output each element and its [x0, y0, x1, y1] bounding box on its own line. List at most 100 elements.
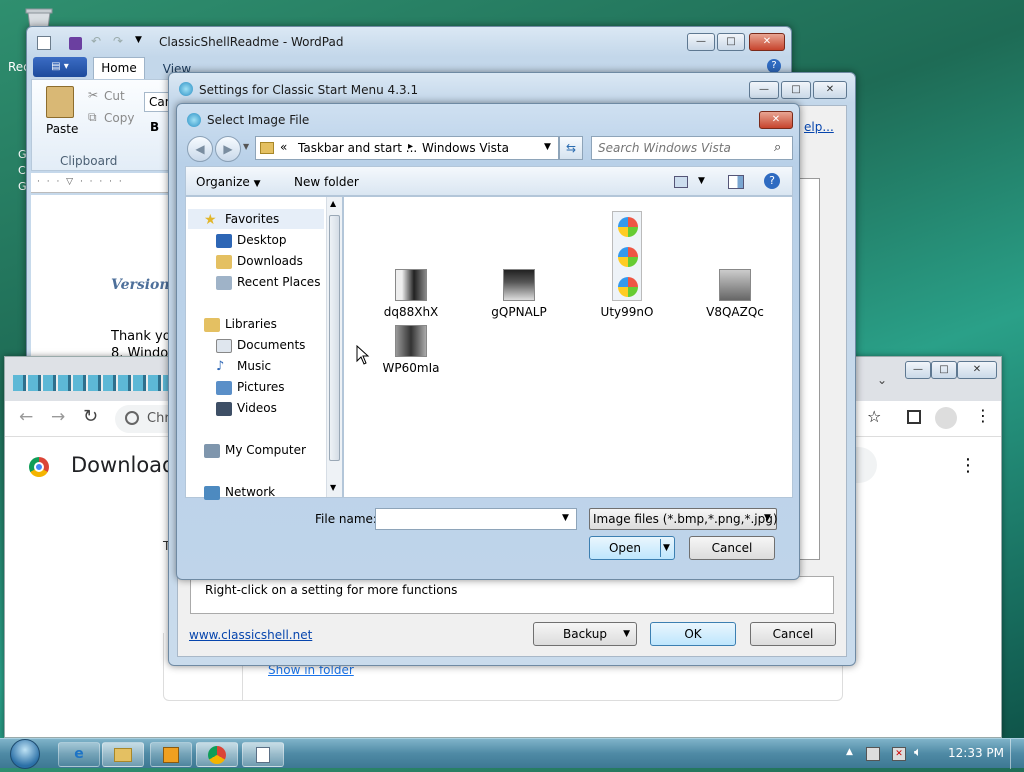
refresh-button[interactable]: ⇆	[559, 136, 583, 160]
select-image-dialog[interactable]: Select Image File ✕ ◀ ▶ ▼ « Taskbar and …	[176, 103, 800, 580]
wordpad-menu-button[interactable]: ▤ ▾	[33, 57, 87, 77]
breadcrumb-taskbar[interactable]: Taskbar and start ...	[298, 141, 417, 155]
nav-music[interactable]: ♪ Music	[216, 356, 271, 376]
help-icon[interactable]: ?	[764, 173, 780, 189]
settings-cancel-button[interactable]: Cancel	[750, 622, 836, 646]
help-link[interactable]: elp...	[804, 120, 834, 134]
profile-icon[interactable]	[935, 407, 957, 429]
scroll-thumb[interactable]	[329, 215, 340, 461]
nav-videos[interactable]: Videos	[216, 398, 277, 418]
nav-favorites[interactable]: ★ Favorites	[204, 209, 279, 229]
preview-pane-icon[interactable]	[728, 175, 744, 189]
paste-icon[interactable]	[46, 86, 74, 118]
file-item[interactable]: Uty99nO	[582, 211, 672, 319]
dialog-cancel-button[interactable]: Cancel	[689, 536, 775, 560]
network-status-icon[interactable]: ✕	[892, 747, 906, 761]
ok-button[interactable]: OK	[650, 622, 736, 646]
reload-icon[interactable]: ↻	[83, 406, 98, 427]
breadcrumb-separator-icon[interactable]: ▸	[408, 141, 413, 152]
new-folder-button[interactable]: New folder	[294, 175, 359, 189]
start-button[interactable]	[4, 739, 46, 769]
navigation-pane[interactable]: ★ Favorites Desktop Downloads Recent Plac…	[185, 196, 343, 500]
cut-label[interactable]: Cut	[104, 89, 125, 103]
taskbar-explorer-icon[interactable]	[102, 742, 144, 767]
back-icon[interactable]: ←	[19, 407, 33, 427]
address-breadcrumb[interactable]: « Taskbar and start ... ▸ Windows Vista …	[255, 136, 559, 160]
menu-kebab-icon[interactable]: ⋮	[975, 406, 991, 425]
backup-dropdown-icon[interactable]: ▼	[623, 623, 630, 645]
taskbar-chrome-icon[interactable]	[196, 742, 238, 767]
search-input[interactable]	[596, 139, 764, 157]
breadcrumb-windows-vista[interactable]: Windows Vista	[422, 141, 509, 155]
redo-icon[interactable]: ↷	[113, 34, 123, 48]
breadcrumb-dropdown-icon[interactable]: ▼	[544, 142, 551, 152]
nav-downloads[interactable]: Downloads	[216, 251, 303, 271]
nav-recent-places[interactable]: Recent Places	[216, 272, 320, 292]
paste-label[interactable]: Paste	[46, 122, 78, 136]
file-item[interactable]: V8QAZQc	[690, 269, 780, 319]
chrome-maximize-button[interactable]: □	[931, 361, 957, 379]
organize-button[interactable]: Organize ▼	[196, 175, 261, 189]
nav-desktop[interactable]: Desktop	[216, 230, 287, 250]
file-type-select[interactable]: Image files (*.bmp,*.png,*.jpg) ▼	[589, 508, 778, 530]
dialog-close-button[interactable]: ✕	[759, 111, 793, 129]
show-desktop-button[interactable]	[1010, 739, 1024, 769]
nav-my-computer[interactable]: My Computer	[204, 440, 306, 460]
taskbar-ie-icon[interactable]: e	[58, 742, 100, 767]
wordpad-titlebar[interactable]: ↶ ↷ ▼ ClassicShellReadme - WordPad — □ ✕	[27, 27, 791, 57]
file-type-dropdown-icon[interactable]: ▼	[764, 513, 771, 523]
settings-titlebar[interactable]: Settings for Classic Start Menu 4.3.1 — …	[169, 73, 855, 103]
website-link[interactable]: www.classicshell.net	[189, 628, 312, 642]
copy-icon[interactable]: ⧉	[88, 110, 97, 125]
side-panel-icon[interactable]	[907, 410, 921, 424]
file-item[interactable]: WP60mIa	[366, 325, 456, 375]
open-button[interactable]: Open ▼	[589, 536, 675, 560]
file-name-dropdown-icon[interactable]: ▼	[562, 513, 569, 523]
file-item[interactable]: dq88XhX	[366, 269, 456, 319]
copy-label[interactable]: Copy	[104, 111, 134, 125]
settings-close-button[interactable]: ✕	[813, 81, 847, 99]
tab-favicons[interactable]	[13, 375, 179, 391]
dialog-titlebar[interactable]: Select Image File ✕	[177, 104, 799, 134]
recent-pages-chevron-icon[interactable]: ▼	[243, 142, 249, 151]
backup-button[interactable]: Backup ▼	[533, 622, 637, 646]
nav-pictures[interactable]: Pictures	[216, 377, 285, 397]
nav-scrollbar[interactable]: ▲ ▼	[326, 197, 342, 497]
file-name-combobox[interactable]: ▼	[375, 508, 577, 530]
volume-icon[interactable]: 🔈︎	[914, 745, 922, 760]
minimize-button[interactable]: —	[687, 33, 715, 51]
tab-home[interactable]: Home	[93, 57, 145, 79]
downloads-menu-icon[interactable]: ⋮	[959, 455, 977, 476]
action-center-icon[interactable]	[866, 747, 880, 761]
save-icon[interactable]	[69, 37, 82, 50]
chrome-close-button[interactable]: ✕	[957, 361, 997, 379]
show-hidden-icons-icon[interactable]: ▲	[846, 747, 853, 757]
forward-icon[interactable]: →	[51, 407, 65, 427]
undo-icon[interactable]: ↶	[91, 34, 101, 48]
open-dropdown-icon[interactable]: ▼	[663, 537, 670, 559]
close-button[interactable]: ✕	[749, 33, 785, 51]
tab-search-chevron-icon[interactable]: ⌄	[877, 373, 887, 387]
back-nav-button[interactable]: ◀	[187, 136, 213, 162]
scroll-up-icon[interactable]: ▲	[330, 199, 336, 208]
settings-minimize-button[interactable]: —	[749, 81, 779, 99]
breadcrumb-overflow[interactable]: «	[280, 140, 287, 154]
taskbar-wordpad-icon[interactable]	[242, 742, 284, 767]
view-options-icon[interactable]	[674, 176, 688, 188]
chrome-minimize-button[interactable]: —	[905, 361, 931, 379]
nav-documents[interactable]: Documents	[216, 335, 305, 355]
clock[interactable]: 12:33 PM	[948, 746, 1004, 760]
file-item[interactable]: gQPNALP	[474, 269, 564, 319]
maximize-button[interactable]: □	[717, 33, 745, 51]
bookmark-star-icon[interactable]: ☆	[867, 407, 881, 426]
nav-libraries[interactable]: Libraries	[204, 314, 277, 334]
view-dropdown-icon[interactable]: ▼	[698, 176, 705, 186]
quick-access-chevron-icon[interactable]: ▼	[135, 35, 142, 45]
settings-maximize-button[interactable]: □	[781, 81, 811, 99]
file-name-input[interactable]	[378, 510, 554, 528]
search-icon[interactable]: ⌕	[774, 140, 781, 155]
file-list-pane[interactable]: dq88XhX gQPNALP Uty99nO V8QAZQc WP60mIa	[343, 196, 793, 498]
nav-network[interactable]: Network	[204, 482, 275, 502]
search-box[interactable]: ⌕	[591, 136, 793, 160]
taskbar-media-player-icon[interactable]	[150, 742, 192, 767]
